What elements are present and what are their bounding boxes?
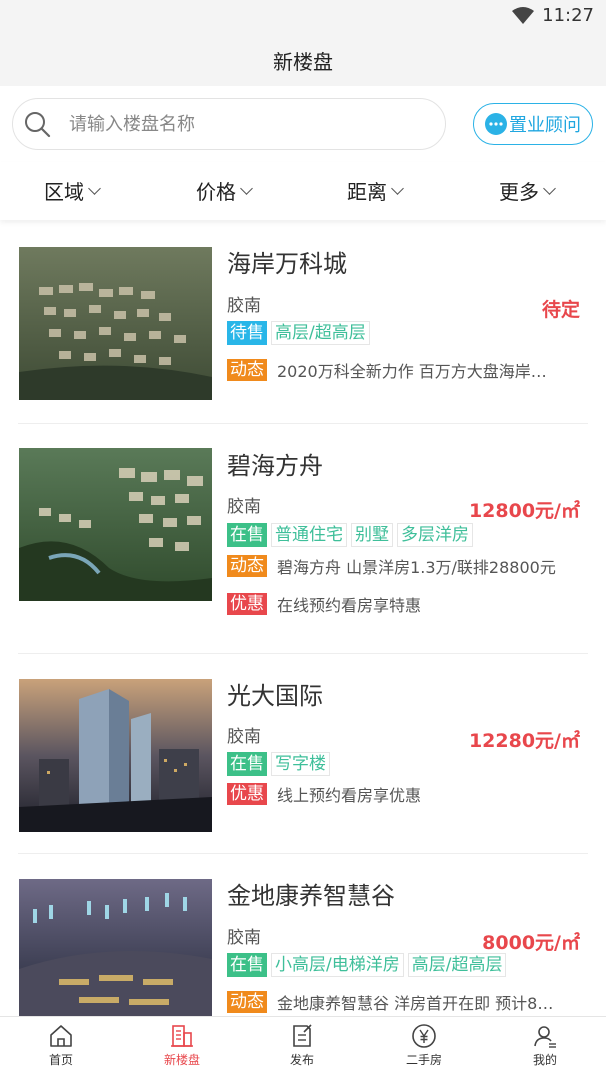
chat-bubble-icon	[485, 113, 507, 135]
building-icon	[171, 1025, 193, 1047]
yen-icon	[412, 1024, 436, 1048]
chevron-down-icon	[391, 181, 404, 195]
listing-news: 动态 2020万科全新力作 百万方大盘海岸…	[227, 358, 587, 382]
listing-tags: 待售 高层/超高层	[227, 321, 370, 345]
listing-district: 胶南	[227, 928, 261, 948]
chevron-down-icon	[240, 181, 253, 195]
listing-offer: 优惠 在线预约看房享特惠	[227, 592, 587, 616]
offer-badge: 优惠	[227, 593, 267, 615]
advisor-button[interactable]: 置业顾问	[473, 103, 593, 145]
news-text: 2020万科全新力作 百万方大盘海岸…	[277, 362, 547, 381]
status-indicators: 11:27	[512, 5, 594, 26]
news-badge: 动态	[227, 359, 267, 381]
type-tag: 高层/超高层	[271, 321, 370, 345]
filter-region[interactable]: 区域	[44, 176, 101, 205]
filter-label: 距离	[347, 180, 387, 204]
listing-card[interactable]: 海岸万科城 胶南 待定 待售 高层/超高层 动态 2020万科全新力作 百万方大…	[0, 228, 606, 424]
search-input[interactable]	[69, 113, 389, 135]
listing-offer: 优惠 线上预约看房享优惠	[227, 782, 587, 806]
listing-news: 动态 碧海方舟 山景洋房1.3万/联排28800元	[227, 554, 587, 578]
filter-more[interactable]: 更多	[499, 176, 556, 205]
tab-label: 二手房	[405, 1053, 442, 1067]
advisor-label: 置业顾问	[509, 115, 581, 136]
bottom-tab-bar: 首页 新楼盘 发布 二手房 我的	[0, 1016, 606, 1080]
listing-tags: 在售 写字楼	[227, 752, 330, 776]
page-title-bar: 新楼盘	[0, 34, 606, 86]
type-tag: 多层洋房	[397, 523, 473, 547]
chevron-down-icon	[543, 181, 556, 195]
type-tag: 写字楼	[271, 752, 330, 776]
listing-photo	[19, 879, 212, 1016]
listing-photo	[19, 247, 212, 400]
offer-text: 在线预约看房享特惠	[277, 596, 422, 615]
tab-second-hand[interactable]: 二手房	[384, 1023, 464, 1068]
listing-district: 胶南	[227, 296, 261, 316]
offer-badge: 优惠	[227, 783, 267, 805]
news-text: 碧海方舟 山景洋房1.3万/联排28800元	[277, 558, 556, 577]
listing-name: 光大国际	[227, 682, 323, 710]
status-badge: 待售	[227, 321, 267, 345]
clock: 11:27	[542, 5, 594, 26]
type-tag: 别墅	[351, 523, 393, 547]
type-tag: 小高层/电梯洋房	[271, 953, 404, 977]
listing-news: 动态 金地康养智慧谷 洋房首开在即 预计8…	[227, 990, 587, 1014]
tab-label: 发布	[289, 1053, 314, 1067]
search-box[interactable]	[12, 98, 446, 150]
listing-price: 待定	[541, 299, 580, 321]
tab-post[interactable]: 发布	[262, 1023, 342, 1068]
news-badge: 动态	[227, 991, 267, 1013]
search-icon	[23, 110, 51, 138]
listing-price: 12280元/㎡	[468, 730, 580, 752]
status-badge: 在售	[227, 752, 267, 776]
tab-label: 新楼盘	[163, 1053, 200, 1067]
listing-price: 8000元/㎡	[482, 932, 580, 954]
listing-price: 12800元/㎡	[468, 500, 580, 522]
listing-list: 海岸万科城 胶南 待定 待售 高层/超高层 动态 2020万科全新力作 百万方大…	[0, 228, 606, 1016]
user-icon	[534, 1026, 556, 1048]
post-icon	[293, 1024, 312, 1047]
news-badge: 动态	[227, 555, 267, 577]
tab-label: 我的	[532, 1053, 557, 1067]
tab-label: 首页	[48, 1053, 73, 1067]
home-icon	[50, 1025, 72, 1047]
tab-new-homes[interactable]: 新楼盘	[142, 1023, 222, 1068]
listing-name: 海岸万科城	[227, 250, 347, 278]
search-row: 置业顾问	[0, 86, 606, 162]
listing-card[interactable]: 碧海方舟 胶南 12800元/㎡ 在售 普通住宅 别墅 多层洋房 动态 碧海方舟…	[0, 424, 606, 654]
listing-card[interactable]: 金地康养智慧谷 胶南 8000元/㎡ 在售 小高层/电梯洋房 高层/超高层 动态…	[0, 854, 606, 1016]
wifi-icon	[512, 6, 535, 24]
listing-tags: 在售 小高层/电梯洋房 高层/超高层	[227, 953, 507, 977]
listing-photo	[19, 448, 212, 601]
tab-mine[interactable]: 我的	[505, 1023, 585, 1068]
status-badge: 在售	[227, 523, 267, 547]
filter-distance[interactable]: 距离	[347, 176, 404, 205]
listing-tags: 在售 普通住宅 别墅 多层洋房	[227, 523, 473, 547]
listing-card[interactable]: 光大国际 胶南 12280元/㎡ 在售 写字楼 优惠 线上预约看房享优惠	[0, 654, 606, 854]
offer-text: 线上预约看房享优惠	[277, 786, 422, 805]
tab-home[interactable]: 首页	[21, 1023, 101, 1068]
status-badge: 在售	[227, 953, 267, 977]
type-tag: 普通住宅	[271, 523, 347, 547]
filter-label: 更多	[499, 180, 539, 204]
type-tag: 高层/超高层	[407, 953, 507, 977]
listing-photo	[19, 679, 212, 832]
listing-name: 碧海方舟	[227, 452, 323, 480]
filter-price[interactable]: 价格	[196, 176, 253, 205]
listing-district: 胶南	[227, 497, 261, 517]
status-bar: 11:27	[0, 0, 606, 34]
filter-bar: 区域 价格 距离 更多	[0, 162, 606, 220]
news-text: 金地康养智慧谷 洋房首开在即 预计8…	[277, 994, 554, 1013]
page-title: 新楼盘	[273, 49, 333, 74]
chevron-down-icon	[88, 181, 101, 195]
listing-district: 胶南	[227, 727, 261, 747]
filter-label: 区域	[44, 180, 84, 204]
filter-label: 价格	[196, 180, 236, 204]
listing-name: 金地康养智慧谷	[227, 882, 395, 910]
